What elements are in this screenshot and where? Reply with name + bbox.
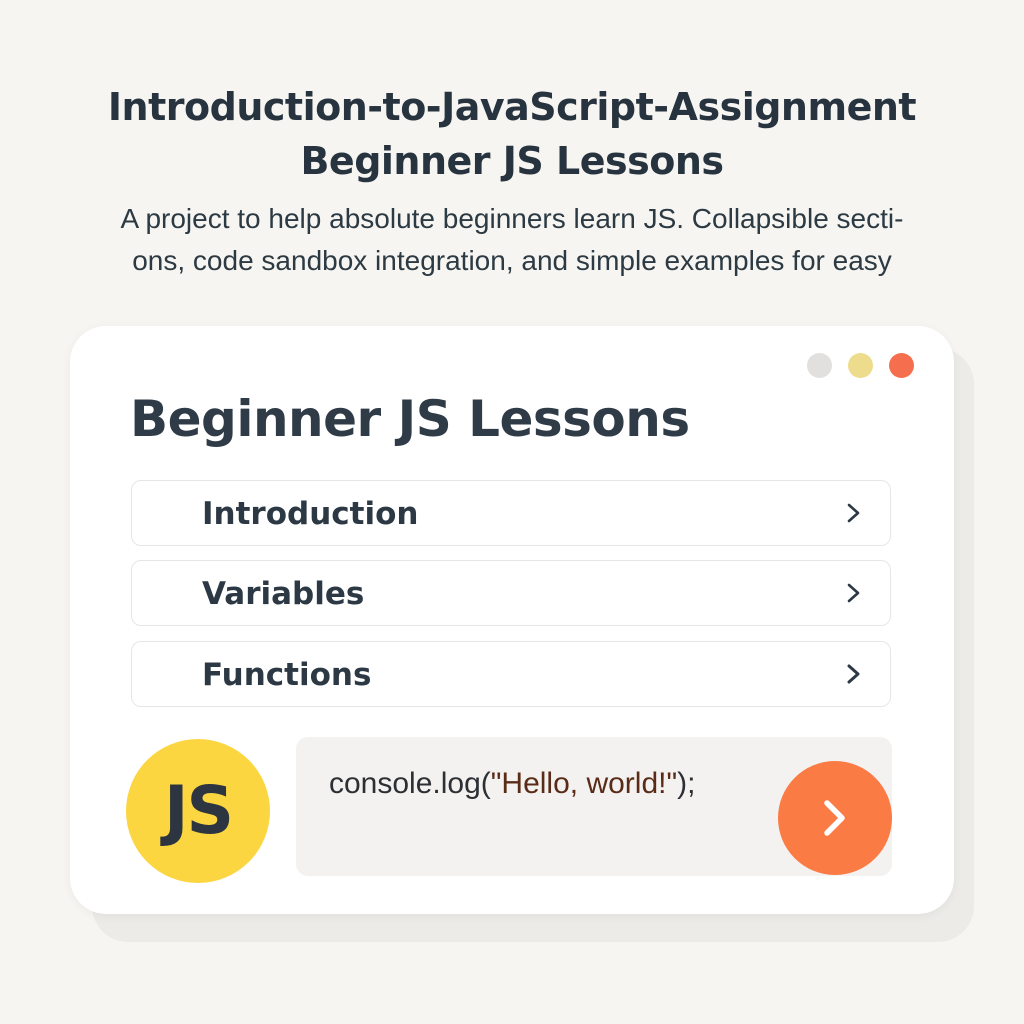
chevron-right-icon [847, 664, 860, 684]
description-line-2: ons, code sandbox integration, and simpl… [132, 245, 892, 276]
page-header: Introduction-to-JavaScript-Assignment Be… [0, 80, 1024, 188]
chevron-right-icon [847, 503, 860, 523]
js-logo-text: JS [163, 772, 234, 849]
code-snippet: console.log("Hello, world!"); [329, 765, 695, 803]
chevron-right-icon [824, 800, 845, 836]
page-subtitle-title: Beginner JS Lessons [300, 139, 724, 183]
code-string: "Hello, world!" [490, 767, 678, 800]
js-logo: JS [126, 739, 270, 883]
project-description: A project to help absolute beginners lea… [60, 198, 964, 282]
description-line-1: A project to help absolute beginners lea… [120, 203, 904, 234]
run-code-button[interactable] [778, 761, 892, 875]
window-control-yellow[interactable] [848, 353, 873, 378]
code-call: console.log( [329, 767, 491, 800]
window-title: Beginner JS Lessons [130, 390, 690, 448]
window-control-gray[interactable] [807, 353, 832, 378]
lesson-label: Variables [202, 576, 365, 612]
lesson-item-introduction[interactable]: Introduction [131, 480, 891, 546]
lesson-item-variables[interactable]: Variables [131, 560, 891, 626]
chevron-right-icon [847, 583, 860, 603]
lesson-label: Functions [202, 657, 372, 693]
page-title: Introduction-to-JavaScript-Assignment [107, 85, 917, 129]
code-end: ); [677, 767, 696, 800]
lesson-item-functions[interactable]: Functions [131, 641, 891, 707]
lesson-label: Introduction [202, 496, 419, 532]
window-control-red[interactable] [889, 353, 914, 378]
